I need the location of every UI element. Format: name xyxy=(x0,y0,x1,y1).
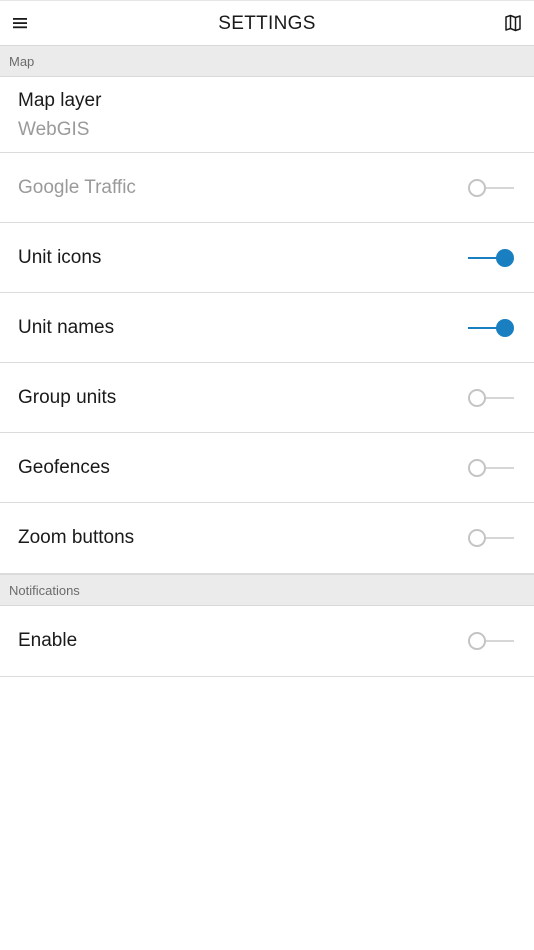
toggle-knob xyxy=(496,319,514,337)
google-traffic-toggle[interactable] xyxy=(468,178,514,198)
section-label: Notifications xyxy=(9,583,80,598)
setting-label: Google Traffic xyxy=(18,177,136,198)
group-units-toggle[interactable] xyxy=(468,388,514,408)
toggle-knob xyxy=(468,459,486,477)
setting-label: Map layer xyxy=(18,90,102,111)
toggle-knob xyxy=(468,389,486,407)
folded-map-icon[interactable] xyxy=(504,14,522,32)
setting-notifications-enable[interactable]: Enable xyxy=(0,606,534,677)
setting-label: Unit icons xyxy=(18,247,102,268)
toggle-knob xyxy=(468,632,486,650)
unit-names-toggle[interactable] xyxy=(468,318,514,338)
setting-label: Group units xyxy=(18,387,117,408)
setting-label: Enable xyxy=(18,630,78,651)
top-bar: SETTINGS xyxy=(0,0,534,45)
setting-label: Zoom buttons xyxy=(18,527,135,548)
section-header-notifications: Notifications xyxy=(0,574,534,606)
section-label: Map xyxy=(9,54,35,69)
setting-label: Geofences xyxy=(18,457,110,478)
geofences-toggle[interactable] xyxy=(468,458,514,478)
setting-group-units[interactable]: Group units xyxy=(0,363,534,433)
setting-value: WebGIS xyxy=(18,119,90,140)
toggle-knob xyxy=(468,179,486,197)
setting-map-layer[interactable]: Map layer WebGIS xyxy=(0,77,534,153)
setting-unit-icons[interactable]: Unit icons xyxy=(0,223,534,293)
setting-unit-names[interactable]: Unit names xyxy=(0,293,534,363)
toggle-knob xyxy=(496,249,514,267)
notifications-enable-toggle[interactable] xyxy=(468,631,514,651)
setting-google-traffic[interactable]: Google Traffic xyxy=(0,153,534,223)
zoom-buttons-toggle[interactable] xyxy=(468,528,514,548)
toggle-knob xyxy=(468,529,486,547)
section-header-map: Map xyxy=(0,45,534,77)
setting-label: Unit names xyxy=(18,317,115,338)
page-title: SETTINGS xyxy=(218,13,316,34)
setting-zoom-buttons[interactable]: Zoom buttons xyxy=(0,503,534,574)
setting-geofences[interactable]: Geofences xyxy=(0,433,534,503)
unit-icons-toggle[interactable] xyxy=(468,248,514,268)
